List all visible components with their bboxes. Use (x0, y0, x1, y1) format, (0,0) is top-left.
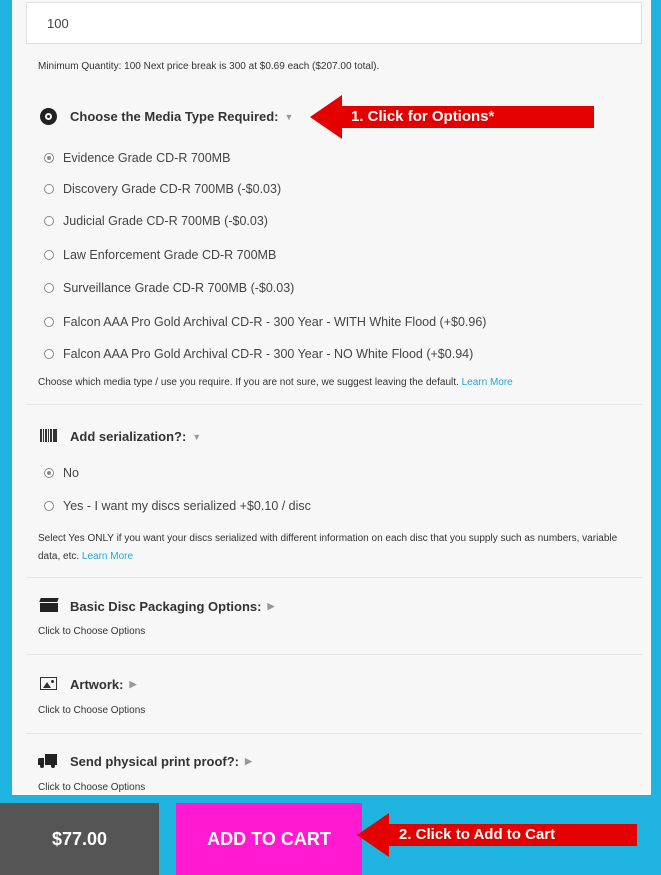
barcode-icon (40, 429, 57, 442)
packaging-subtext[interactable]: Click to Choose Options (38, 626, 145, 637)
media-option-falcon-with-flood[interactable]: Falcon AAA Pro Gold Archival CD-R - 300 … (44, 315, 486, 329)
media-learn-more-link[interactable]: Learn More (462, 377, 513, 388)
quantity-note: Minimum Quantity: 100 Next price break i… (38, 61, 380, 72)
serial-option-label: No (63, 466, 79, 480)
add-to-cart-button[interactable]: ADD TO CART (176, 803, 362, 875)
callout-arrow-1 (310, 95, 342, 139)
callout-click-for-options: 1. Click for Options* (341, 106, 594, 128)
media-help-text: Choose which media type / use you requir… (38, 377, 513, 388)
triangle-right-icon[interactable]: ▶ (129, 679, 136, 690)
radio[interactable] (44, 184, 54, 194)
media-option-surveillance[interactable]: Surveillance Grade CD-R 700MB (-$0.03) (44, 281, 294, 295)
radio[interactable] (44, 216, 54, 226)
media-option-label: Judicial Grade CD-R 700MB (-$0.03) (63, 214, 268, 228)
media-option-label: Surveillance Grade CD-R 700MB (-$0.03) (63, 281, 295, 295)
media-option-evidence[interactable]: Evidence Grade CD-R 700MB (44, 151, 230, 165)
media-type-toggle[interactable]: Choose the Media Type Required: ▼ (70, 109, 293, 124)
media-help: Choose which media type / use you requir… (38, 377, 459, 388)
artwork-title: Artwork: (70, 677, 124, 692)
serial-option-yes[interactable]: Yes - I want my discs serialized +$0.10 … (44, 499, 311, 513)
packaging-toggle[interactable]: Basic Disc Packaging Options: ▶ (70, 599, 274, 614)
radio[interactable] (44, 501, 54, 511)
triangle-down-icon[interactable]: ▼ (285, 112, 294, 122)
disc-icon (40, 108, 57, 125)
image-icon (40, 677, 57, 690)
divider (26, 577, 642, 578)
media-option-judicial[interactable]: Judicial Grade CD-R 700MB (-$0.03) (44, 214, 268, 228)
radio-selected[interactable] (44, 468, 54, 478)
radio[interactable] (44, 250, 54, 260)
media-option-law-enforcement[interactable]: Law Enforcement Grade CD-R 700MB (44, 248, 276, 262)
media-option-label: Falcon AAA Pro Gold Archival CD-R - 300 … (63, 315, 487, 329)
divider (26, 654, 642, 655)
media-option-label: Falcon AAA Pro Gold Archival CD-R - 300 … (63, 347, 474, 361)
triangle-right-icon[interactable]: ▶ (267, 601, 274, 612)
proof-subtext[interactable]: Click to Choose Options (38, 782, 145, 793)
callout-arrow-2 (357, 813, 389, 857)
packaging-title: Basic Disc Packaging Options: (70, 599, 262, 614)
triangle-down-icon[interactable]: ▼ (192, 432, 201, 442)
media-option-falcon-no-flood[interactable]: Falcon AAA Pro Gold Archival CD-R - 300 … (44, 347, 473, 361)
quantity-input[interactable] (26, 2, 642, 44)
media-option-label: Discovery Grade CD-R 700MB (-$0.03) (63, 182, 282, 196)
serial-option-label: Yes - I want my discs serialized +$0.10 … (63, 499, 311, 513)
serialization-title: Add serialization?: (70, 429, 187, 444)
radio[interactable] (44, 349, 54, 359)
artwork-toggle[interactable]: Artwork: ▶ (70, 677, 136, 692)
radio[interactable] (44, 317, 54, 327)
artwork-subtext[interactable]: Click to Choose Options (38, 705, 145, 716)
divider (26, 733, 642, 734)
proof-toggle[interactable]: Send physical print proof?: ▶ (70, 754, 252, 769)
callout-click-to-add: 2. Click to Add to Cart (389, 824, 637, 846)
serial-learn-more-link[interactable]: Learn More (82, 551, 133, 562)
radio[interactable] (44, 283, 54, 293)
media-option-label: Law Enforcement Grade CD-R 700MB (63, 248, 277, 262)
serial-option-no[interactable]: No (44, 466, 79, 480)
serial-help-text: Select Yes ONLY if you want your discs s… (38, 530, 638, 566)
truck-icon (38, 754, 58, 768)
radio-selected[interactable] (44, 153, 54, 163)
media-type-title: Choose the Media Type Required: (70, 109, 279, 124)
clapper-icon (39, 598, 59, 612)
proof-title: Send physical print proof?: (70, 754, 240, 769)
triangle-right-icon[interactable]: ▶ (245, 756, 252, 767)
media-option-discovery[interactable]: Discovery Grade CD-R 700MB (-$0.03) (44, 182, 281, 196)
serialization-toggle[interactable]: Add serialization?: ▼ (70, 429, 201, 444)
price-total: $77.00 (0, 803, 159, 875)
divider (26, 404, 642, 405)
media-option-label: Evidence Grade CD-R 700MB (63, 151, 231, 165)
